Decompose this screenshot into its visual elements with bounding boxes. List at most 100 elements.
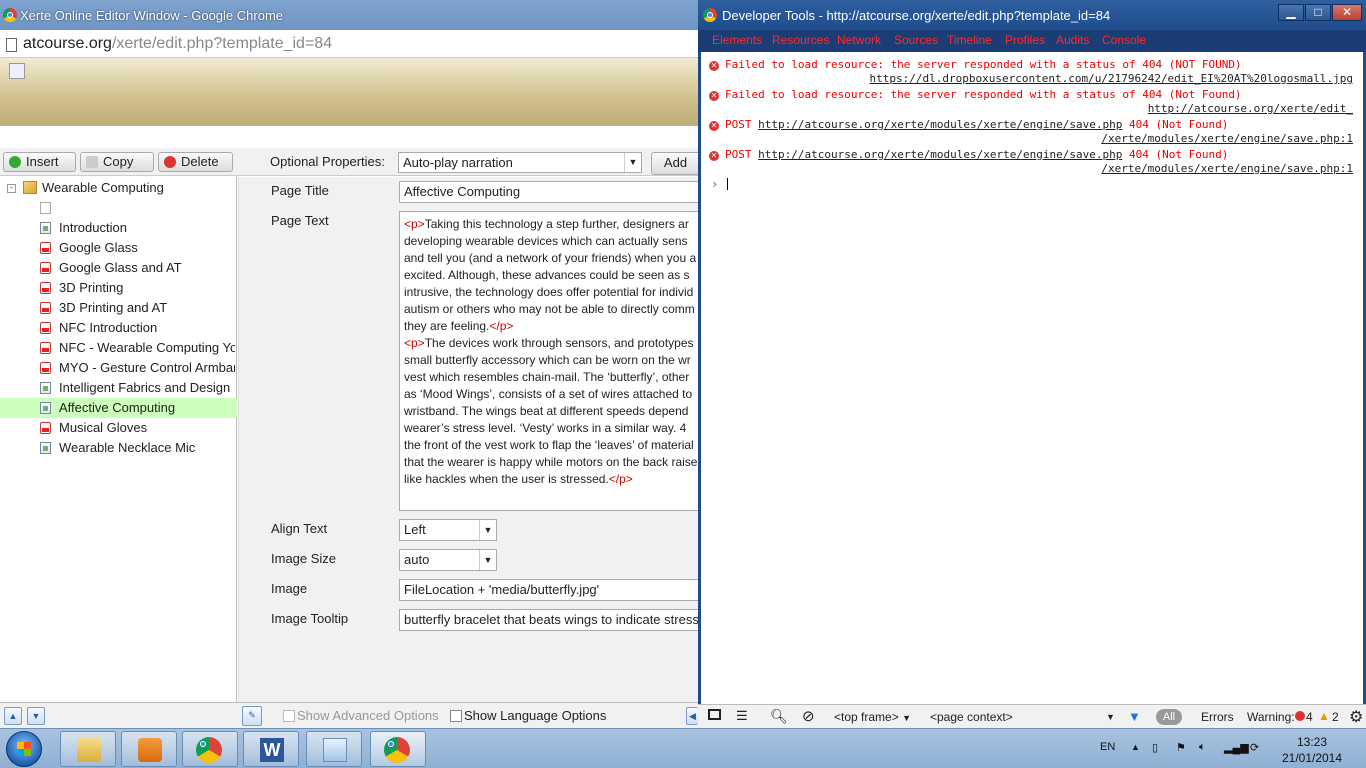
- tree-item-label: NFC - Wearable Computing You: [59, 340, 235, 355]
- show-hidden-icons-icon[interactable]: ▲: [1131, 742, 1140, 752]
- tree-item[interactable]: 3D Printing: [0, 278, 237, 298]
- language-indicator[interactable]: EN: [1100, 741, 1115, 753]
- devtools-tab[interactable]: Console: [1102, 33, 1146, 47]
- devtools-tab[interactable]: Resources: [772, 33, 829, 47]
- console-input[interactable]: [727, 178, 728, 190]
- tree-root[interactable]: - Wearable Computing: [0, 178, 237, 198]
- taskbar-chrome-2[interactable]: [370, 731, 426, 767]
- tray-device-icon[interactable]: ▯: [1152, 741, 1158, 754]
- dock-icon[interactable]: [708, 709, 721, 720]
- tree-item[interactable]: Wearable Necklace Mic: [0, 438, 237, 458]
- tree-item-label: 3D Printing: [59, 280, 124, 295]
- show-advanced-label: Show Advanced Options: [297, 708, 439, 723]
- chevron-down-icon[interactable]: ▼: [479, 520, 496, 540]
- tree-item-blank[interactable]: [0, 198, 237, 218]
- error-count[interactable]: 4: [1306, 710, 1313, 724]
- tree-item[interactable]: NFC Introduction: [0, 318, 237, 338]
- move-down-button[interactable]: ▼: [27, 707, 45, 725]
- tree-item[interactable]: MYO - Gesture Control Armband: [0, 358, 237, 378]
- show-advanced-checkbox[interactable]: [283, 710, 295, 722]
- start-button[interactable]: [6, 731, 42, 767]
- collapse-icon[interactable]: -: [7, 184, 16, 193]
- devtools-tab[interactable]: Sources: [894, 33, 938, 47]
- filter-icon[interactable]: ▼: [1128, 709, 1141, 724]
- error-source-link[interactable]: https://dl.dropboxusercontent.com/u/2179…: [870, 72, 1353, 85]
- taskbar-media-player[interactable]: [121, 731, 177, 767]
- image-field[interactable]: FileLocation + 'media/butterfly.jpg': [399, 579, 699, 601]
- tree-item[interactable]: Google Glass and AT: [0, 258, 237, 278]
- console-panel[interactable]: ✕ Failed to load resource: the server res…: [698, 52, 1366, 704]
- taskbar-explorer[interactable]: [60, 731, 116, 767]
- network-signal-icon[interactable]: ▂▄▆: [1224, 741, 1249, 754]
- editor-bottom-bar: ▲ ▼ ✎ Show Advanced Options Show Languag…: [0, 702, 698, 728]
- optional-properties-value: Auto-play narration: [403, 155, 513, 170]
- copy-button[interactable]: Copy: [80, 152, 154, 172]
- filter-all-button[interactable]: All: [1156, 709, 1182, 725]
- taskbar-word[interactable]: W: [243, 731, 299, 767]
- action-center-flag-icon[interactable]: ⚑: [1176, 741, 1186, 754]
- chevron-down-icon[interactable]: ▼: [624, 153, 641, 172]
- taskbar-chrome-1[interactable]: [182, 731, 238, 767]
- filter-warnings-button[interactable]: Warning:: [1247, 710, 1295, 724]
- devtools-tab[interactable]: Profiles: [1005, 33, 1045, 47]
- address-bar[interactable]: atcourse.org/xerte/edit.php?template_id=…: [0, 30, 698, 58]
- show-drawer-icon[interactable]: ☰: [736, 708, 748, 724]
- error-source-link[interactable]: /xerte/modules/xerte/engine/save.php:1: [1101, 132, 1353, 145]
- page-text-content: as ‘Mood Wings’, consists of a set of wi…: [404, 387, 693, 401]
- error-url-link[interactable]: http://atcourse.org/xerte/modules/xerte/…: [758, 148, 1122, 161]
- devtools-titlebar[interactable]: Developer Tools - http://atcourse.org/xe…: [698, 0, 1366, 30]
- error-url-link[interactable]: http://atcourse.org/xerte/modules/xerte/…: [758, 118, 1122, 131]
- edit-tool-icon[interactable]: ✎: [242, 706, 262, 726]
- align-text-select[interactable]: Left ▼: [399, 519, 497, 541]
- error-icon: ✕: [709, 121, 719, 131]
- tree-item[interactable]: 3D Printing and AT: [0, 298, 237, 318]
- page-text-content: wearer’s stress level. ‘Vesty’ works in …: [404, 421, 687, 435]
- page-text-editor[interactable]: <p>Taking this technology a step further…: [399, 211, 699, 511]
- html-tag: <p>: [404, 336, 425, 350]
- tree-item[interactable]: Intelligent Fabrics and Design: [0, 378, 237, 398]
- clear-console-icon[interactable]: ⊘: [802, 707, 815, 725]
- tree-item[interactable]: Affective Computing: [0, 398, 237, 418]
- show-language-checkbox[interactable]: [450, 710, 462, 722]
- add-property-button[interactable]: Add: [651, 152, 700, 175]
- move-up-button[interactable]: ▲: [4, 707, 22, 725]
- chrome-logo-icon: [703, 8, 717, 22]
- context-select[interactable]: <page context>: [930, 710, 1013, 724]
- tree-item[interactable]: Introduction: [0, 218, 237, 238]
- delete-button[interactable]: Delete: [158, 152, 233, 172]
- close-button[interactable]: ✕: [1332, 4, 1362, 21]
- page-text-content: they are feeling.: [404, 319, 490, 333]
- tree-item[interactable]: Google Glass: [0, 238, 237, 258]
- tree-item[interactable]: NFC - Wearable Computing You: [0, 338, 237, 358]
- insert-button[interactable]: Insert: [3, 152, 76, 172]
- error-text: POST http://atcourse.org/xerte/modules/x…: [725, 118, 1228, 131]
- error-source-link[interactable]: /xerte/modules/xerte/engine/save.php:1: [1101, 162, 1353, 175]
- tray-sync-icon[interactable]: ⟳: [1250, 741, 1259, 754]
- error-source-link[interactable]: http://atcourse.org/xerte/edit_: [1148, 102, 1353, 115]
- devtools-tab[interactable]: Timeline: [947, 33, 992, 47]
- devtools-tab[interactable]: Audits: [1056, 33, 1089, 47]
- minimize-button[interactable]: ▁: [1278, 4, 1304, 21]
- chevron-down-icon[interactable]: ▼: [479, 550, 496, 570]
- chrome-titlebar[interactable]: Xerte Online Editor Window - Google Chro…: [0, 0, 698, 30]
- scroll-left-button[interactable]: ◀: [686, 707, 698, 725]
- tree-item[interactable]: Musical Gloves: [0, 418, 237, 438]
- search-icon[interactable]: 🔍︎: [770, 708, 788, 725]
- maximize-button[interactable]: □: [1305, 4, 1331, 21]
- page-title-field[interactable]: Affective Computing: [399, 181, 699, 203]
- optional-properties-select[interactable]: Auto-play narration ▼: [398, 152, 642, 173]
- url-text[interactable]: atcourse.org/xerte/edit.php?template_id=…: [23, 35, 332, 53]
- gear-icon[interactable]: ⚙: [1349, 707, 1363, 727]
- chevron-down-icon[interactable]: ▼: [1106, 712, 1115, 722]
- devtools-tab[interactable]: Elements: [712, 33, 762, 47]
- image-tooltip-field[interactable]: butterfly bracelet that beats wings to i…: [399, 609, 699, 631]
- page-text-line: and tell you (and a network of your frie…: [404, 250, 699, 267]
- frame-select[interactable]: <top frame> ▼: [834, 710, 911, 724]
- filter-errors-button[interactable]: Errors: [1201, 710, 1234, 724]
- clock[interactable]: 13:23 21/01/2014: [1280, 734, 1344, 766]
- image-size-select[interactable]: auto ▼: [399, 549, 497, 571]
- devtools-tab[interactable]: Network: [837, 33, 881, 47]
- volume-icon[interactable]: 🔈︎: [1199, 741, 1206, 754]
- warning-count[interactable]: 2: [1332, 710, 1339, 724]
- taskbar-notepad[interactable]: [306, 731, 362, 767]
